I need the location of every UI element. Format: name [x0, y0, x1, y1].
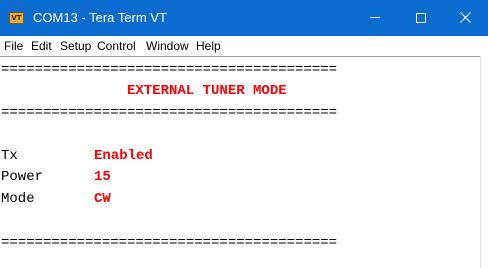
- menu-window[interactable]: Window: [146, 39, 189, 53]
- window-title: COM13 - Tera Term VT: [33, 10, 167, 25]
- minimize-button[interactable]: [352, 0, 398, 36]
- tx-label: Tx: [1, 148, 18, 164]
- menu-setup[interactable]: Setup: [60, 39, 91, 53]
- power-value: 15: [94, 169, 111, 185]
- terminal-screen[interactable]: ========================================…: [0, 56, 480, 268]
- power-label: Power: [1, 169, 44, 185]
- menu-edit[interactable]: Edit: [31, 39, 52, 53]
- maximize-icon: [416, 13, 426, 23]
- tx-value: Enabled: [94, 148, 153, 164]
- close-button[interactable]: [442, 0, 488, 36]
- teraterm-app-icon[interactable]: VT: [9, 12, 24, 24]
- menu-control[interactable]: Control: [97, 39, 136, 53]
- close-icon: [460, 12, 471, 23]
- mode-heading: EXTERNAL TUNER MODE: [127, 83, 287, 99]
- terminal-scrollbar[interactable]: [480, 56, 488, 268]
- mode-value: CW: [94, 191, 111, 207]
- mode-label: Mode: [1, 191, 35, 207]
- menu-bar: File Edit Setup Control Window Help: [0, 36, 488, 56]
- minimize-icon: [370, 17, 380, 18]
- teraterm-window: VT COM13 - Tera Term VT File Edit Setup …: [0, 0, 488, 268]
- menu-help[interactable]: Help: [196, 39, 221, 53]
- maximize-button[interactable]: [398, 0, 444, 36]
- separator-line-heading: ========================================: [1, 105, 338, 121]
- menu-file[interactable]: File: [4, 39, 23, 53]
- separator-line-top: ========================================: [1, 62, 338, 78]
- separator-line-bottom: ========================================: [1, 235, 338, 251]
- title-bar[interactable]: VT COM13 - Tera Term VT: [0, 0, 488, 36]
